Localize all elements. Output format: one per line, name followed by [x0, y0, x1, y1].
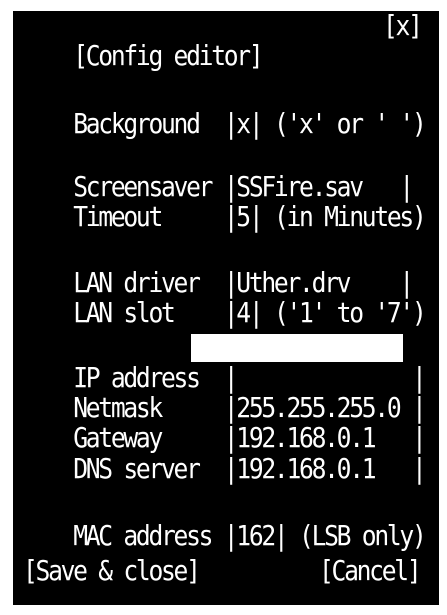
- lan-slot-field[interactable]: |4|: [224, 296, 264, 329]
- dns-server-label: DNS server: [73, 452, 224, 485]
- field-row-netmask: Netmask |255.255.255.0 |: [23, 363, 427, 423]
- window-title: [Config editor]: [73, 39, 263, 72]
- mac-address-hint: (LSB only): [286, 519, 427, 552]
- field-row-background: Background |x| ('x' or ' '): [23, 79, 427, 139]
- field-row-lan-driver: LAN driver |Uther.drv |: [23, 238, 414, 298]
- background-checkbox[interactable]: |x|: [224, 107, 264, 140]
- background-hint: ('x' or ' '): [261, 107, 427, 140]
- close-button[interactable]: [x]: [383, 11, 423, 41]
- field-row-gateway: Gateway |192.168.0.1 |: [23, 393, 427, 453]
- timeout-hint: (in Minutes): [261, 200, 427, 233]
- cancel-button[interactable]: [Cancel]: [319, 556, 422, 586]
- mac-address-label: MAC address: [73, 519, 224, 552]
- dns-server-field[interactable]: |192.168.0.1 |: [224, 452, 427, 485]
- lan-slot-hint: ('1' to '7'): [261, 296, 427, 329]
- field-row-lan-slot: LAN slot |4| ('1' to '7'): [23, 268, 427, 328]
- background-label: Background: [73, 107, 224, 140]
- timeout-field[interactable]: |5|: [224, 200, 264, 233]
- timeout-label: Timeout: [73, 200, 224, 233]
- field-row-ip-address: IP address |192.168.0.128 |: [23, 333, 427, 393]
- lan-slot-label: LAN slot: [73, 296, 224, 329]
- title-bar: [Config editor]: [23, 11, 263, 71]
- field-row-timeout: Timeout |5| (in Minutes): [23, 172, 427, 232]
- config-editor-window: [Config editor] [x] Background |x| ('x' …: [10, 8, 442, 608]
- field-row-dns-server: DNS server |192.168.0.1 |: [23, 424, 427, 484]
- field-row-mac-address: MAC address |162| (LSB only): [23, 491, 427, 551]
- save-close-button[interactable]: [Save & close]: [23, 556, 201, 586]
- mac-address-field[interactable]: |162|: [224, 519, 289, 552]
- field-row-screensaver: Screensaver |SSFire.sav |: [23, 142, 414, 202]
